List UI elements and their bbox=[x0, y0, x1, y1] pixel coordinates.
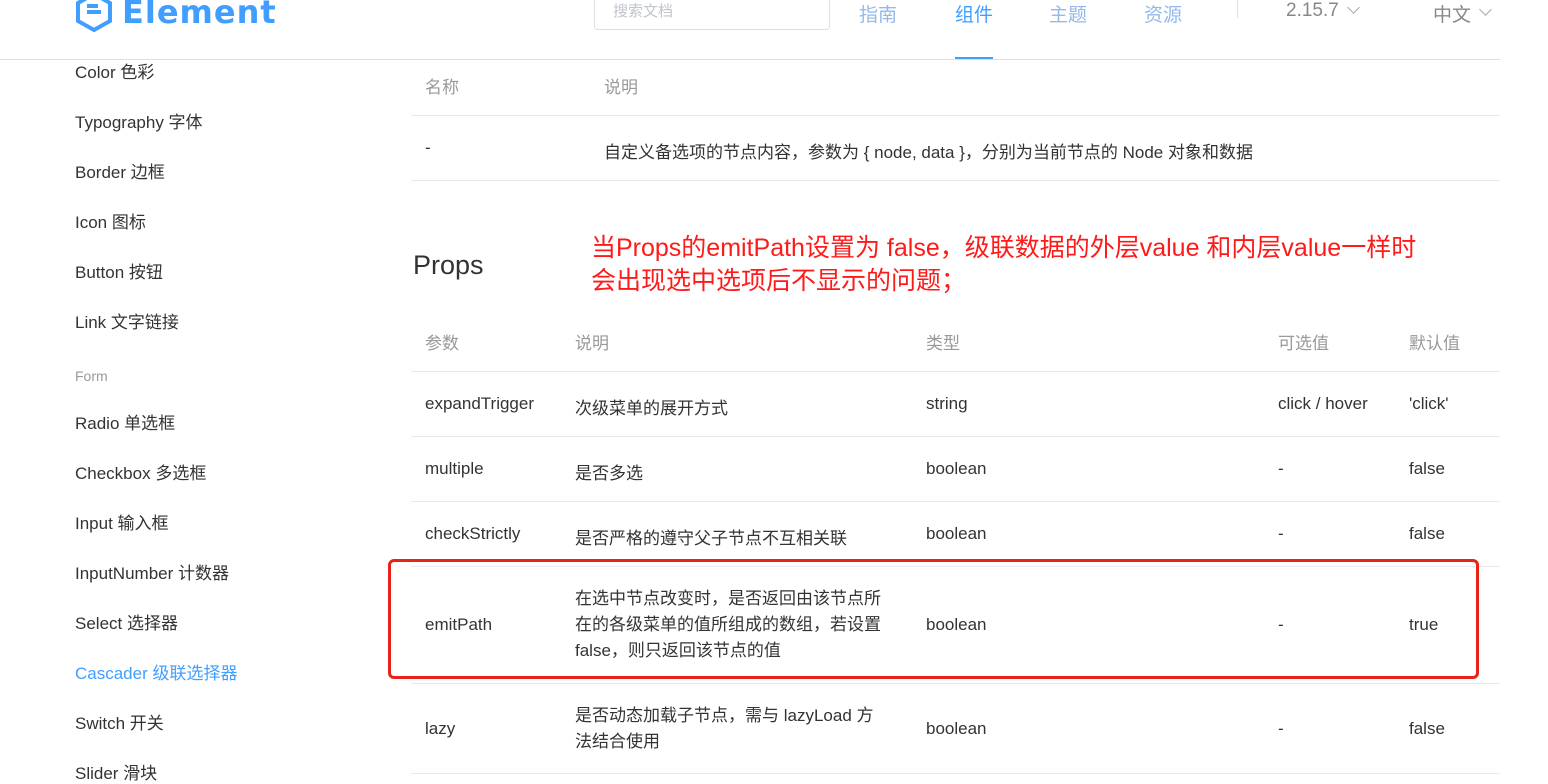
table-divider bbox=[411, 773, 1500, 774]
sidebar-item-cascader[interactable]: Cascader 级联选择器 bbox=[75, 659, 237, 684]
annotation-line: 会出现选中选项后不显示的问题； bbox=[591, 267, 967, 295]
props-cell-options: - bbox=[1278, 524, 1284, 543]
slot-header-name: 名称 bbox=[425, 78, 459, 97]
nav-divider bbox=[1237, 0, 1238, 18]
sidebar-item-icon[interactable]: Icon 图标 bbox=[75, 208, 146, 233]
props-cell-default: false bbox=[1409, 719, 1445, 738]
props-cell-type: boolean bbox=[926, 524, 987, 543]
sidebar-item-border[interactable]: Border 边框 bbox=[75, 158, 165, 183]
props-section-title: Props bbox=[413, 250, 484, 280]
highlight-box bbox=[388, 559, 1479, 679]
chevron-down-icon bbox=[1346, 0, 1360, 14]
slot-header-desc: 说明 bbox=[604, 78, 638, 97]
props-header-param: 参数 bbox=[425, 334, 459, 353]
sidebar-item-checkbox[interactable]: Checkbox 多选框 bbox=[75, 459, 206, 484]
element-logo-icon bbox=[76, 0, 112, 32]
props-header-type: 类型 bbox=[926, 334, 960, 353]
sidebar-item-link[interactable]: Link 文字链接 bbox=[75, 308, 179, 333]
search-input[interactable] bbox=[594, 0, 830, 30]
logo-text: Element bbox=[122, 0, 277, 31]
props-cell-type: string bbox=[926, 394, 968, 413]
props-cell-desc: 是否多选 bbox=[575, 464, 643, 483]
props-cell-default: false bbox=[1409, 459, 1445, 478]
props-cell-options: - bbox=[1278, 459, 1284, 478]
top-header: Element 指南 组件 主题 资源 2.15.7 中文 bbox=[0, 0, 1548, 60]
slot-row-name: - bbox=[425, 138, 431, 157]
sidebar-item-typography[interactable]: Typography 字体 bbox=[75, 108, 203, 133]
props-cell-type: boolean bbox=[926, 459, 987, 478]
sidebar-item-slider[interactable]: Slider 滑块 bbox=[75, 759, 157, 784]
sidebar-item-radio[interactable]: Radio 单选框 bbox=[75, 409, 175, 434]
language-dropdown[interactable]: 中文 bbox=[1433, 0, 1492, 27]
props-cell-desc: 是否动态加载子节点，需与 lazyLoad 方法结合使用 bbox=[575, 706, 874, 751]
element-logo[interactable]: Element bbox=[74, 0, 277, 34]
slot-row-desc: 自定义备选项的节点内容，参数为 { node, data }，分别为当前节点的 … bbox=[604, 143, 1253, 162]
props-cell-options: - bbox=[1278, 719, 1284, 738]
annotation-line: 当Props的emitPath设置为 false，级联数据的外层value 和内… bbox=[591, 234, 1417, 262]
props-cell-param: lazy bbox=[425, 719, 456, 738]
header-divider bbox=[0, 59, 1500, 60]
table-divider bbox=[411, 436, 1500, 437]
props-cell-default: false bbox=[1409, 524, 1445, 543]
props-cell-desc: 次级菜单的展开方式 bbox=[575, 399, 728, 418]
sidebar-item-color[interactable]: Color 色彩 bbox=[75, 58, 154, 83]
props-header-desc: 说明 bbox=[575, 334, 609, 353]
props-header-default: 默认值 bbox=[1409, 334, 1460, 353]
props-cell-param: checkStrictly bbox=[425, 524, 521, 543]
nav-resources[interactable]: 资源 bbox=[1144, 0, 1182, 60]
red-annotation-text: 当Props的emitPath设置为 false，级联数据的外层value 和内… bbox=[591, 232, 1471, 298]
props-cell-desc: 是否严格的遵守父子节点不互相关联 bbox=[575, 529, 847, 548]
nav-theme[interactable]: 主题 bbox=[1049, 0, 1087, 60]
table-divider bbox=[411, 180, 1500, 181]
sidebar-item-button[interactable]: Button 按钮 bbox=[75, 258, 163, 283]
sidebar-item-inputnumber[interactable]: InputNumber 计数器 bbox=[75, 559, 229, 584]
table-divider bbox=[411, 371, 1500, 372]
language-label: 中文 bbox=[1433, 5, 1472, 26]
props-cell-default: 'click' bbox=[1409, 394, 1449, 413]
sidebar-item-input[interactable]: Input 输入框 bbox=[75, 509, 169, 534]
sidebar-group-form: Form bbox=[75, 368, 108, 384]
version-label: 2.15.7 bbox=[1286, 0, 1339, 21]
table-divider bbox=[411, 115, 1500, 116]
props-header-options: 可选值 bbox=[1278, 334, 1329, 353]
sidebar-item-select[interactable]: Select 选择器 bbox=[75, 609, 178, 634]
sidebar-item-switch[interactable]: Switch 开关 bbox=[75, 709, 164, 734]
table-divider bbox=[411, 683, 1500, 684]
props-cell-param: expandTrigger bbox=[425, 394, 534, 413]
props-cell-type: boolean bbox=[926, 719, 987, 738]
chevron-down-icon bbox=[1479, 3, 1492, 16]
table-divider bbox=[411, 501, 1500, 502]
version-dropdown[interactable]: 2.15.7 bbox=[1286, 0, 1360, 22]
props-cell-options: click / hover bbox=[1278, 394, 1368, 413]
props-cell-param: multiple bbox=[425, 459, 484, 478]
nav-components[interactable]: 组件 bbox=[955, 0, 993, 60]
nav-guide[interactable]: 指南 bbox=[859, 0, 897, 60]
